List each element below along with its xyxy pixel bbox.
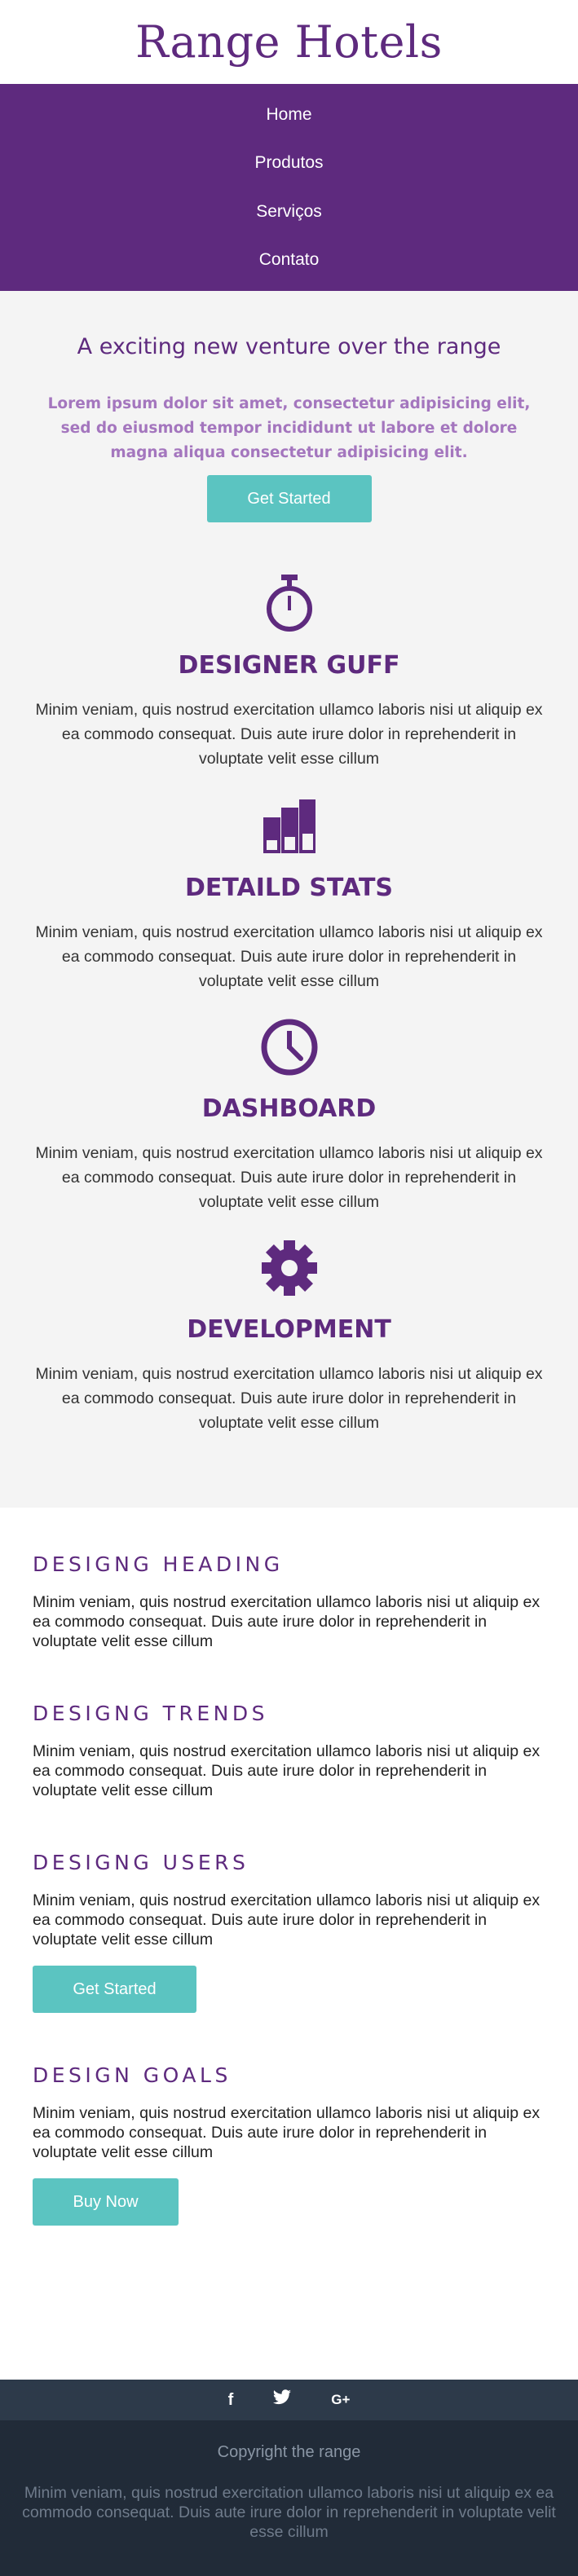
feature-item: DESIGNER GUFF Minim veniam, quis nostrud… (33, 565, 545, 771)
content-text: Minim veniam, quis nostrud exercitation … (33, 1891, 540, 1949)
content-heading: DESIGNG TRENDS (33, 1702, 268, 1725)
twitter-icon[interactable] (272, 2389, 292, 2411)
content-sections: DESIGNG HEADING Minim veniam, quis nostr… (0, 1508, 578, 2380)
feature-text: Minim veniam, quis nostrud exercitation … (35, 701, 543, 768)
nav-item-home[interactable]: Home (0, 103, 578, 127)
footer-text: Minim veniam, quis nostrud exercitation … (22, 2484, 556, 2541)
feature-title: DESIGNER GUFF (178, 651, 400, 680)
feature-text: Minim veniam, quis nostrud exercitation … (35, 1144, 543, 1211)
stopwatch-icon (33, 565, 545, 643)
content-block: DESIGN GOALS Minim veniam, quis nostrud … (33, 2063, 545, 2226)
clock-icon (33, 1008, 545, 1086)
site-logo[interactable]: Range Hotels (135, 16, 443, 68)
facebook-icon[interactable]: f (228, 2391, 234, 2410)
hero-title: A exciting new venture over the range (77, 334, 501, 359)
get-started-button[interactable]: Get Started (33, 1966, 196, 2013)
nav-item-contato[interactable]: Contato (0, 248, 578, 272)
social-bar: f G+ (0, 2380, 578, 2420)
bar-stats-icon (33, 787, 545, 865)
gear-icon (33, 1229, 545, 1307)
buy-now-button[interactable]: Buy Now (33, 2178, 179, 2226)
feature-text: Minim veniam, quis nostrud exercitation … (35, 1365, 543, 1432)
nav-item-produtos[interactable]: Produtos (0, 151, 578, 175)
content-block: DESIGNG HEADING Minim veniam, quis nostr… (33, 1552, 545, 1651)
feature-item: DASHBOARD Minim veniam, quis nostrud exe… (33, 1008, 545, 1214)
get-started-button[interactable]: Get Started (206, 475, 372, 522)
content-heading: DESIGNG USERS (33, 1851, 249, 1874)
copyright-text: Copyright the range (217, 2443, 361, 2461)
nav-item-servicos[interactable]: Serviços (0, 200, 578, 224)
hero-section: A exciting new venture over the range Lo… (0, 291, 578, 1508)
content-text: Minim veniam, quis nostrud exercitation … (33, 1742, 540, 1799)
content-block: DESIGNG USERS Minim veniam, quis nostrud… (33, 1851, 545, 2013)
content-heading: DESIGN GOALS (33, 2063, 232, 2087)
main-nav: Home Produtos Serviços Contato (0, 84, 578, 291)
site-header: Range Hotels (0, 0, 578, 84)
feature-text: Minim veniam, quis nostrud exercitation … (35, 923, 543, 990)
site-footer: Copyright the range Minim veniam, quis n… (0, 2420, 578, 2576)
feature-title: DEVELOPMENT (187, 1315, 391, 1344)
content-text: Minim veniam, quis nostrud exercitation … (33, 1593, 540, 1650)
feature-title: DETAILD STATS (184, 874, 394, 902)
feature-title: DASHBOARD (201, 1094, 377, 1123)
content-text: Minim veniam, quis nostrud exercitation … (33, 2104, 540, 2161)
content-block: DESIGNG TRENDS Minim veniam, quis nostru… (33, 1702, 545, 1800)
feature-item: DEVELOPMENT Minim veniam, quis nostrud e… (33, 1229, 545, 1435)
content-heading: DESIGNG HEADING (33, 1552, 284, 1576)
google-plus-icon[interactable]: G+ (331, 2392, 350, 2408)
hero-lead: Lorem ipsum dolor sit amet, consectetur … (47, 395, 531, 461)
feature-item: DETAILD STATS Minim veniam, quis nostrud… (33, 787, 545, 993)
